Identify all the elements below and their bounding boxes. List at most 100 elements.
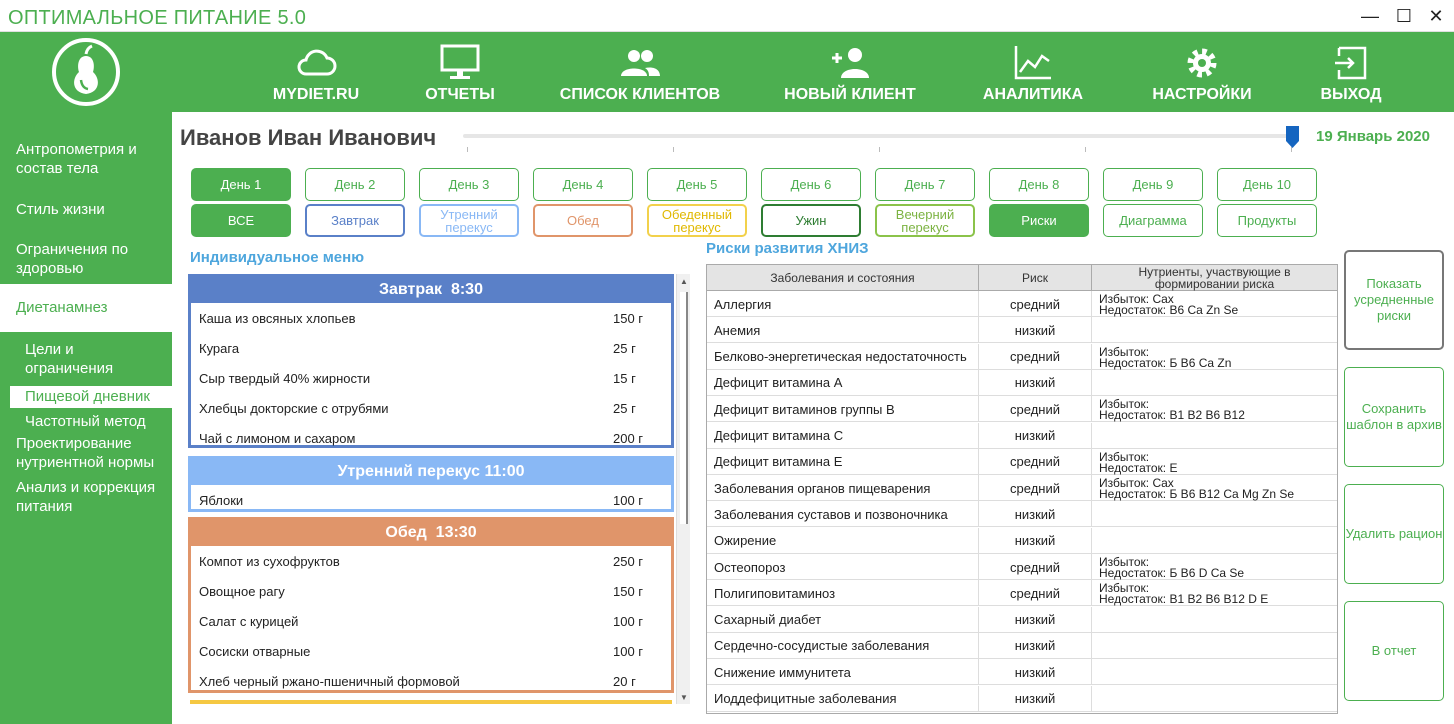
sidebar-item-nutrient-norm[interactable]: Проектирование нутриентной нормы — [0, 434, 170, 472]
nav-analytics[interactable]: АНАЛИТИКА — [983, 44, 1083, 104]
date-slider-handle[interactable] — [1286, 126, 1299, 148]
nav-label: ОТЧЕТЫ — [425, 86, 495, 103]
tab-day-1[interactable]: День 1 — [191, 168, 291, 201]
slider-tick — [879, 147, 880, 152]
scroll-thumb[interactable] — [680, 292, 688, 524]
meal-item[interactable]: Чай с лимоном и сахаром 200 г — [191, 423, 671, 453]
sidebar-item-anthropometry[interactable]: Антропометрия и состав тела — [0, 140, 150, 178]
tab-day-8[interactable]: День 8 — [989, 168, 1089, 201]
sidebar-item-food-diary[interactable]: Пищевой дневник — [10, 386, 172, 408]
risk-disease: Анемия — [707, 317, 979, 344]
tab-meal-lunch[interactable]: Обед — [533, 204, 633, 237]
maximize-button[interactable]: ☐ — [1386, 0, 1422, 32]
risk-disease: Заболевания суставов и позвоночника — [707, 501, 979, 528]
meal-item[interactable]: Сыр твердый 40% жирности 15 г — [191, 363, 671, 393]
sidebar-item-lifestyle[interactable]: Стиль жизни — [0, 200, 172, 219]
meal-item[interactable]: Курага 25 г — [191, 333, 671, 363]
risk-row[interactable]: Остеопороз средний Избыток: Недостаток: Б B… — [707, 554, 1337, 580]
risk-row[interactable]: Полигиповитаминоз средний Избыток: Недостат… — [707, 580, 1337, 607]
sidebar-item-health-limits[interactable]: Ограничения по здоровью — [0, 240, 150, 278]
sidebar-item-goals[interactable]: Цели и ограничения — [0, 340, 150, 378]
chart-icon — [1014, 46, 1051, 80]
scroll-down-icon[interactable]: ▼ — [677, 690, 691, 704]
sidebar-item-diet-history[interactable]: Диетанамнез — [0, 284, 172, 332]
tab-meal-evening-snack[interactable]: Вечерний перекус — [875, 204, 975, 237]
risk-level: низкий — [979, 422, 1092, 449]
risk-row[interactable]: Дефицит витамина Есредний Избыток: Недоста… — [707, 448, 1337, 475]
risk-nutrients: Избыток: Недостаток: E — [1099, 451, 1177, 474]
nav-new-client[interactable]: НОВЫЙ КЛИЕНТ — [784, 44, 916, 104]
delete-ration-button[interactable]: Удалить рацион — [1344, 484, 1444, 584]
risk-disease: Белково-энергетическая недостаточность — [707, 343, 979, 370]
risk-row[interactable]: Сахарный диабет низкий — [707, 606, 1337, 633]
scroll-up-icon[interactable]: ▲ — [677, 274, 691, 288]
risk-row[interactable]: Дефицит витамина Анизкий — [707, 369, 1337, 396]
nav-client-list[interactable]: СПИСОК КЛИЕНТОВ — [560, 44, 720, 104]
meal-item[interactable]: Каша из овсяных хлопьев 150 г — [191, 303, 671, 333]
tab-day-7[interactable]: День 7 — [875, 168, 975, 201]
nav-exit[interactable]: ВЫХОД — [1320, 44, 1382, 104]
tab-view-risks[interactable]: Риски — [989, 204, 1089, 237]
tab-day-5[interactable]: День 5 — [647, 168, 747, 201]
meal-item[interactable]: Хлебцы докторские с отрубями 25 г — [191, 393, 671, 423]
meal-item[interactable]: Компот из сухофруктов 250 г — [191, 546, 671, 576]
meal-item[interactable]: Яблоки 100 г — [191, 485, 671, 515]
nav-settings[interactable]: НАСТРОЙКИ — [1152, 44, 1252, 104]
risk-level: низкий — [979, 632, 1092, 659]
menu-scrollbar[interactable]: ▲ ▼ — [676, 274, 690, 704]
meal-header: Обед 13:30 — [191, 520, 671, 546]
risk-row[interactable]: Иоддефицитные заболевания низкий — [707, 685, 1337, 712]
tab-meal-morning-snack[interactable]: Утренний перекус — [419, 204, 519, 237]
sidebar-item-frequency-method[interactable]: Частотный метод — [0, 412, 172, 431]
tab-day-4[interactable]: День 4 — [533, 168, 633, 201]
risk-row[interactable]: Снижение иммунитета низкий — [707, 659, 1337, 686]
to-report-button[interactable]: В отчет — [1344, 601, 1444, 701]
meal-item[interactable]: Овощное рагу 150 г — [191, 576, 671, 606]
col-disease: Заболевания и состояния — [707, 265, 979, 291]
risk-row[interactable]: Дефицит витаминов группы Всредний Избыток… — [707, 396, 1337, 423]
risk-level: низкий — [979, 369, 1092, 396]
tab-day-3[interactable]: День 3 — [419, 168, 519, 201]
tab-day-6[interactable]: День 6 — [761, 168, 861, 201]
tab-meal-dinner[interactable]: Ужин — [761, 204, 861, 237]
risk-row[interactable]: Заболевания суставов и позвоночника низки… — [707, 501, 1337, 528]
slider-tick — [673, 147, 674, 152]
cloud-icon — [297, 49, 337, 76]
risk-table: Заболевания и состояния Риск Нутриенты, … — [706, 264, 1338, 714]
minimize-button[interactable]: — — [1352, 0, 1388, 32]
show-average-risks-button[interactable]: Показать усредненные риски — [1344, 250, 1444, 350]
users-icon — [621, 50, 660, 76]
tab-meal-afternoon-snack[interactable]: Обеденный перекус — [647, 204, 747, 237]
risk-row[interactable]: Заболевания органов пищеварения средний Из… — [707, 475, 1337, 502]
tab-view-products[interactable]: Продукты — [1217, 204, 1317, 237]
save-template-button[interactable]: Сохранить шаблон в архив — [1344, 367, 1444, 467]
meal-item[interactable]: Хлеб черный ржано-пшеничный формовой 20 г — [191, 666, 671, 696]
tab-meal-all[interactable]: ВСЕ — [191, 204, 291, 237]
tab-day-10[interactable]: День 10 — [1217, 168, 1317, 201]
nav-label: ВЫХОД — [1320, 86, 1382, 103]
nav-reports[interactable]: ОТЧЕТЫ — [425, 44, 495, 104]
risk-row[interactable]: Аллергия средний Избыток: Cax Недостаток: B… — [707, 291, 1337, 317]
nav-mydiet[interactable]: MYDIET.RU — [273, 44, 359, 104]
date-slider-track[interactable] — [463, 134, 1293, 138]
risk-level: низкий — [979, 685, 1092, 712]
risk-level: средний — [979, 554, 1092, 580]
meal-header: Завтрак 8:30 — [191, 277, 671, 303]
risk-row[interactable]: Сердечно-сосудистые заболевания низкий — [707, 632, 1337, 659]
close-button[interactable]: ✕ — [1418, 0, 1454, 32]
tab-view-diagram[interactable]: Диаграмма — [1103, 204, 1203, 237]
tab-day-9[interactable]: День 9 — [1103, 168, 1203, 201]
meal-item[interactable]: Сосиски отварные 100 г — [191, 636, 671, 666]
risk-disease: Дефицит витаминов группы В — [707, 396, 979, 423]
tab-meal-breakfast[interactable]: Завтрак — [305, 204, 405, 237]
meal-item[interactable]: Салат с курицей 100 г — [191, 606, 671, 636]
risk-row[interactable]: Анемия низкий — [707, 317, 1337, 344]
risk-disease: Снижение иммунитета — [707, 659, 979, 686]
risk-row[interactable]: Белково-энергетическая недостаточность ср… — [707, 343, 1337, 370]
sidebar-item-analysis[interactable]: Анализ и коррекция питания — [0, 478, 170, 516]
risk-row[interactable]: Дефицит витамина Снизкий — [707, 422, 1337, 449]
risk-row[interactable]: Ожирение низкий — [707, 527, 1337, 554]
col-risk: Риск — [979, 265, 1092, 291]
tab-day-2[interactable]: День 2 — [305, 168, 405, 201]
meal-card-breakfast: Завтрак 8:30 Каша из овсяных хлопьев 150 … — [188, 274, 674, 448]
